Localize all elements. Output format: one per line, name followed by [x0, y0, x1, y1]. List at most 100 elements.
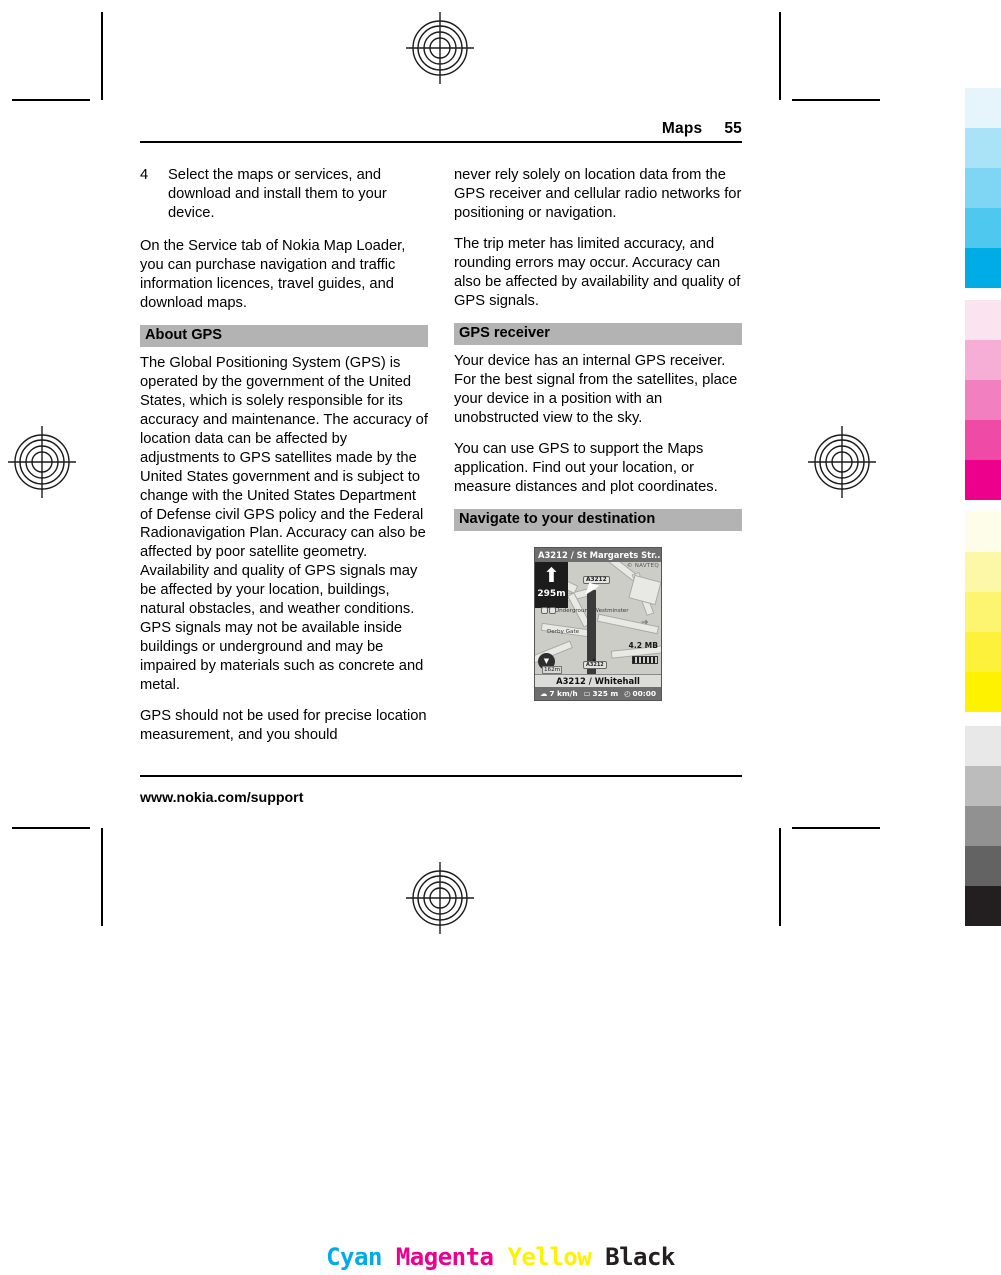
left-paragraph-1: On the Service tab of Nokia Map Loader, …: [140, 237, 406, 311]
cmyk-legend-black: Black: [605, 1243, 675, 1271]
status-distance: ▭ 325 m: [584, 687, 619, 700]
status-time: ◴ 00:00: [624, 687, 656, 700]
legend-space-2: [494, 1243, 508, 1271]
color-swatch-black-4: [965, 846, 1001, 886]
device-map-canvas: ⬆ 295m © NAVTEQ A3212 Underground Westmi…: [535, 561, 661, 675]
crop-mark-bottom-left-horizontal: [12, 827, 90, 829]
turn-arrow-icon: ⬆: [543, 562, 560, 587]
color-swatch-black-2: [965, 766, 1001, 806]
color-bar-yellow: [965, 512, 1001, 712]
mouse-pointer-icon: ➔: [641, 617, 649, 628]
time-value: 00:00: [632, 688, 657, 698]
status-speed: ☁ 7 km/h: [540, 687, 578, 700]
satellite-signal-bars: [629, 650, 658, 669]
page-number: 55: [724, 120, 742, 137]
device-status-bar: ☁ 7 km/h ▭ 325 m ◴ 00:00: [535, 686, 661, 700]
device-screenshot-figure: A3212 / St Margarets Str... ⬆ 295m © NAV…: [454, 546, 742, 701]
color-swatch-magenta-2: [965, 340, 1001, 380]
crop-mark-bottom-right-vertical: [779, 828, 781, 926]
section-heading-about-gps: About GPS: [140, 324, 428, 347]
color-swatch-yellow-4: [965, 632, 1001, 672]
header-rule: [140, 141, 742, 143]
speed-value: 7 km/h: [549, 688, 578, 698]
memory-usage-label: 4.2 MB: [628, 640, 658, 650]
right-paragraph-4: You can use GPS to support the Maps appl…: [454, 440, 718, 495]
gps-status-group: 4.2 MB: [629, 641, 658, 669]
registration-mark-right: [808, 426, 876, 498]
section-heading-navigate-to-destination: Navigate to your destination: [454, 508, 742, 531]
registration-mark-bottom: [406, 862, 474, 934]
color-swatch-magenta-3: [965, 380, 1001, 420]
map-position-cursor: [585, 582, 600, 599]
numbered-step: 4 Select the maps or services, and downl…: [140, 166, 428, 223]
color-swatch-black-5: [965, 886, 1001, 926]
color-swatch-cyan-5: [965, 248, 1001, 288]
color-swatch-yellow-1: [965, 512, 1001, 552]
crop-mark-top-left-horizontal: [12, 99, 90, 101]
color-swatch-cyan-2: [965, 128, 1001, 168]
turn-distance-label: 295m: [537, 588, 566, 599]
map-poi-underground-label: Underground Westminster: [555, 607, 629, 614]
cmyk-legend-magenta: Magenta: [395, 1243, 494, 1271]
left-paragraph-2: The Global Positioning System (GPS) is o…: [140, 354, 428, 694]
color-swatch-black-3: [965, 806, 1001, 846]
color-bar-magenta: [965, 300, 1001, 500]
registration-mark-left: [8, 426, 76, 498]
legend-space-3: [591, 1243, 605, 1271]
cmyk-legend-yellow: Yellow: [507, 1243, 592, 1271]
crop-mark-bottom-right-horizontal: [792, 827, 880, 829]
color-swatch-yellow-3: [965, 592, 1001, 632]
device-title-bar: A3212 / St Margarets Str...: [535, 547, 661, 562]
page-content: Maps 55 4 Select the maps or services, a…: [140, 120, 742, 757]
numbered-step-number: 4: [140, 167, 149, 183]
color-swatch-cyan-4: [965, 208, 1001, 248]
map-copyright-label: © NAVTEQ: [626, 562, 659, 569]
color-swatch-yellow-5: [965, 672, 1001, 712]
map-poi-marker: [541, 606, 548, 614]
right-paragraph-2: The trip meter has limited accuracy, and…: [454, 235, 741, 309]
cmyk-legend-cyan: Cyan: [326, 1243, 382, 1271]
legend-space-1: [382, 1243, 396, 1271]
footer-rule: [140, 775, 742, 777]
page-header: Maps 55: [140, 120, 742, 141]
color-swatch-yellow-2: [965, 552, 1001, 592]
left-column: 4 Select the maps or services, and downl…: [140, 166, 428, 757]
speed-icon: ☁: [539, 688, 548, 698]
device-screenshot: A3212 / St Margarets Str... ⬆ 295m © NAV…: [534, 546, 662, 701]
cmyk-legend: Cyan Magenta Yellow Black: [0, 1243, 1001, 1271]
right-paragraph-3: Your device has an internal GPS receiver…: [454, 352, 738, 426]
color-swatch-magenta-1: [965, 300, 1001, 340]
page-header-chapter: Maps: [661, 120, 703, 137]
right-column: never rely solely on location data from …: [454, 166, 742, 757]
numbered-step-text: Select the maps or services, and downloa…: [168, 167, 387, 221]
crop-mark-top-right-horizontal: [792, 99, 880, 101]
footer-support-url: www.nokia.com/support: [140, 790, 304, 806]
color-swatch-cyan-3: [965, 168, 1001, 208]
map-road: [628, 574, 661, 605]
section-heading-gps-receiver: GPS receiver: [454, 322, 742, 345]
crop-mark-top-left-vertical: [101, 12, 103, 100]
color-swatch-cyan-1: [965, 88, 1001, 128]
map-road: [596, 613, 660, 635]
turn-instruction-panel: ⬆ 295m: [535, 561, 568, 608]
left-paragraph-3: GPS should not be used for precise locat…: [140, 708, 427, 743]
right-paragraph-1: never rely solely on location data from …: [454, 167, 742, 221]
distance-icon: ▭: [583, 688, 591, 698]
crop-mark-bottom-left-vertical: [101, 828, 103, 926]
map-poi-marker: [549, 606, 556, 614]
color-swatch-magenta-4: [965, 420, 1001, 460]
clock-icon: ◴: [624, 688, 631, 698]
zoom-scale-label: 162m: [542, 665, 563, 674]
current-street-bar: A3212 / Whitehall: [535, 673, 661, 687]
color-swatch-black-1: [965, 726, 1001, 766]
two-column-layout: 4 Select the maps or services, and downl…: [140, 166, 742, 757]
map-road-badge: A3212: [583, 660, 607, 669]
map-poi-derby-label: Derby Gate: [547, 628, 580, 635]
map-road-badge: A3212: [583, 575, 610, 584]
color-bar-cyan: [965, 88, 1001, 288]
distance-value: 325 m: [592, 688, 619, 698]
color-swatch-magenta-5: [965, 460, 1001, 500]
registration-mark-top: [406, 12, 474, 84]
crop-mark-top-right-vertical: [779, 12, 781, 100]
color-bar-black: [965, 726, 1001, 926]
